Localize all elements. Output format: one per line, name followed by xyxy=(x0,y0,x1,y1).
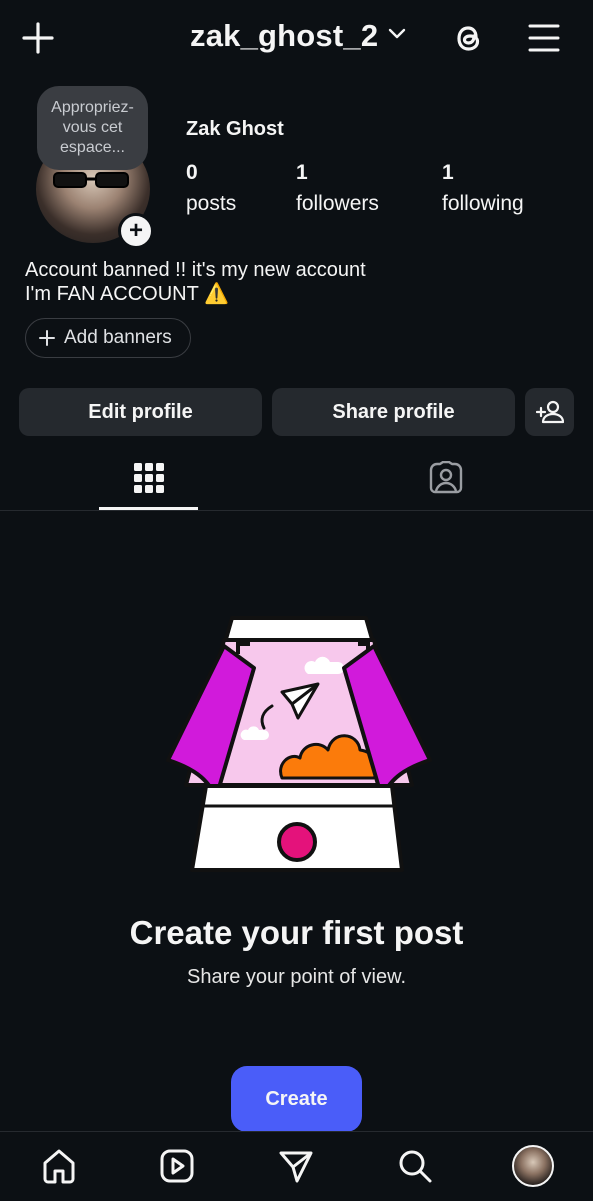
empty-state-title: Create your first post xyxy=(129,914,464,951)
stat-value: 1 xyxy=(442,161,454,184)
bio: Account banned !! it's my new account I'… xyxy=(25,258,366,306)
stat-label: following xyxy=(442,192,524,215)
stat-followers[interactable]: 1 followers xyxy=(296,160,379,220)
home-icon xyxy=(43,1149,75,1184)
search-icon xyxy=(399,1150,432,1183)
share-profile-button[interactable]: Share profile xyxy=(272,388,515,436)
camera-illustration xyxy=(166,616,432,872)
edit-profile-button[interactable]: Edit profile xyxy=(19,388,262,436)
tagged-icon xyxy=(429,461,462,494)
nav-reels[interactable] xyxy=(155,1144,199,1188)
nav-home[interactable] xyxy=(37,1144,81,1188)
direct-icon xyxy=(279,1151,313,1183)
add-banners-button[interactable]: Add banners xyxy=(25,318,191,358)
stat-following[interactable]: 1 following xyxy=(442,160,524,220)
empty-state-subtitle: Share your point of view. xyxy=(186,966,406,988)
reels-icon xyxy=(160,1149,194,1183)
bio-line: I'm FAN ACCOUNT ⚠️ xyxy=(25,283,229,305)
add-person-icon xyxy=(535,400,564,424)
stat-label: posts xyxy=(186,192,237,215)
account-switcher[interactable]: zak_ghost_2 xyxy=(190,14,406,58)
chevron-down-icon xyxy=(388,27,406,45)
menu-icon[interactable] xyxy=(522,16,566,60)
add-story-icon[interactable]: + xyxy=(118,213,154,249)
profile-avatar-icon xyxy=(512,1145,554,1187)
tabs-divider xyxy=(0,510,593,511)
discover-people-button[interactable] xyxy=(525,388,574,436)
tab-tagged[interactable] xyxy=(396,450,495,506)
new-post-icon[interactable] xyxy=(18,18,58,58)
nav-search[interactable] xyxy=(393,1144,437,1188)
add-banners-label: Add banners xyxy=(64,327,172,348)
bottom-navigation xyxy=(0,1131,593,1201)
create-button[interactable]: Create xyxy=(231,1066,362,1132)
username: zak_ghost_2 xyxy=(190,18,379,53)
nav-direct[interactable] xyxy=(274,1144,318,1188)
stat-posts: 0 posts xyxy=(186,160,236,220)
plus-icon xyxy=(39,330,55,346)
stat-value: 0 xyxy=(186,161,198,184)
stat-value: 1 xyxy=(296,161,308,184)
nav-profile[interactable] xyxy=(511,1144,555,1188)
display-name: Zak Ghost xyxy=(186,118,284,140)
grid-icon xyxy=(133,463,164,493)
threads-icon[interactable] xyxy=(447,16,491,60)
note-bubble[interactable]: Appropriez-vous cet espace... xyxy=(37,86,148,170)
bio-line: Account banned !! it's my new account xyxy=(25,259,366,281)
tab-posts-grid[interactable] xyxy=(99,450,198,506)
stat-label: followers xyxy=(296,192,379,215)
